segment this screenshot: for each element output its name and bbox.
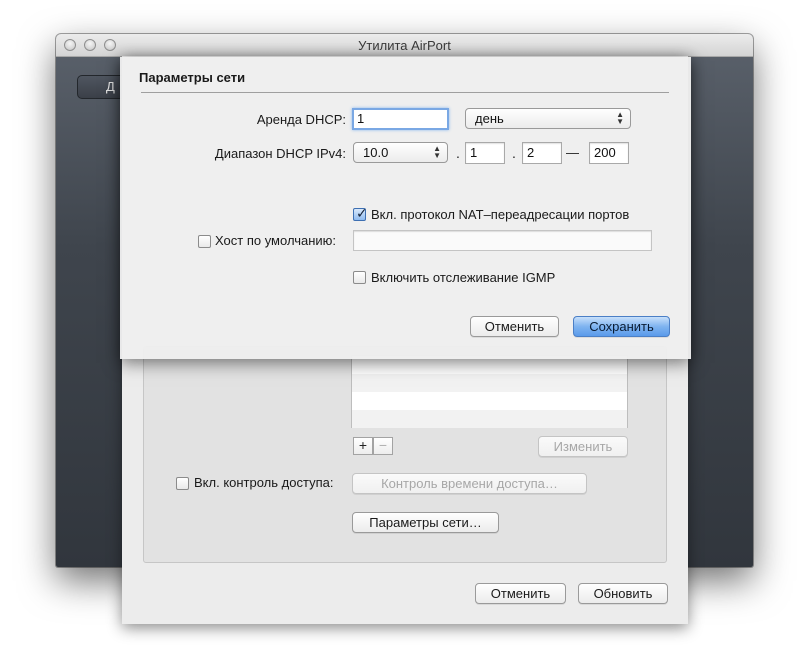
network-params-dialog: Параметры сети Аренда DHCP: 1 день ▲ ▼ Ди…: [120, 57, 691, 359]
save-button[interactable]: Сохранить: [573, 316, 670, 337]
updown-arrows-icon: ▲ ▼: [616, 110, 624, 126]
change-port-button[interactable]: Изменить: [538, 436, 628, 457]
dhcp-range-label: Диапазон DHCP IPv4:: [214, 146, 346, 161]
title-bar: Утилита AirPort: [56, 34, 753, 57]
range-start-input[interactable]: 2: [522, 142, 562, 164]
range-prefix-select[interactable]: 10.0 ▲ ▼: [353, 142, 448, 163]
range-octet3-input[interactable]: 1: [465, 142, 505, 164]
nat-checkbox[interactable]: ✓: [353, 205, 368, 221]
remove-port-button[interactable]: −: [373, 437, 393, 455]
igmp-checkbox[interactable]: [353, 271, 366, 284]
table-row: [352, 374, 627, 392]
access-control-label: Вкл. контроль доступа:: [194, 475, 334, 490]
network-params-button[interactable]: Параметры сети…: [352, 512, 499, 533]
title-divider: [141, 92, 669, 93]
access-time-button[interactable]: Контроль времени доступа…: [352, 473, 587, 494]
window-title: Утилита AirPort: [358, 38, 451, 53]
dialog-title: Параметры сети: [139, 70, 246, 85]
dhcp-lease-input[interactable]: 1: [352, 108, 449, 130]
lease-unit-value: день: [475, 111, 504, 126]
lease-unit-select[interactable]: день ▲ ▼: [465, 108, 631, 129]
checkmark-icon: ✓: [356, 205, 368, 221]
add-port-button[interactable]: +: [353, 437, 373, 455]
nat-label: Вкл. протокол NAT–переадресации портов: [371, 207, 630, 222]
dialog-cancel-button[interactable]: Отменить: [470, 316, 559, 337]
dhcp-lease-label: Аренда DHCP:: [256, 112, 346, 127]
octet-dot: .: [456, 145, 460, 161]
default-host-checkbox[interactable]: [198, 235, 211, 248]
octet-dot: .: [512, 145, 516, 161]
updown-arrows-icon: ▲ ▼: [433, 144, 441, 160]
default-host-input[interactable]: [353, 230, 652, 251]
range-prefix-value: 10.0: [363, 145, 389, 160]
update-button[interactable]: Обновить: [578, 583, 668, 604]
access-control-checkbox[interactable]: [176, 477, 189, 490]
port-settings-table[interactable]: [351, 355, 628, 428]
igmp-label: Включить отслеживание IGMP: [371, 270, 556, 285]
default-host-label: Хост по умолчанию:: [215, 233, 337, 248]
sheet-cancel-button[interactable]: Отменить: [475, 583, 566, 604]
table-row: [352, 410, 627, 428]
range-end-input[interactable]: 200: [589, 142, 629, 164]
range-dash: —: [566, 145, 579, 160]
